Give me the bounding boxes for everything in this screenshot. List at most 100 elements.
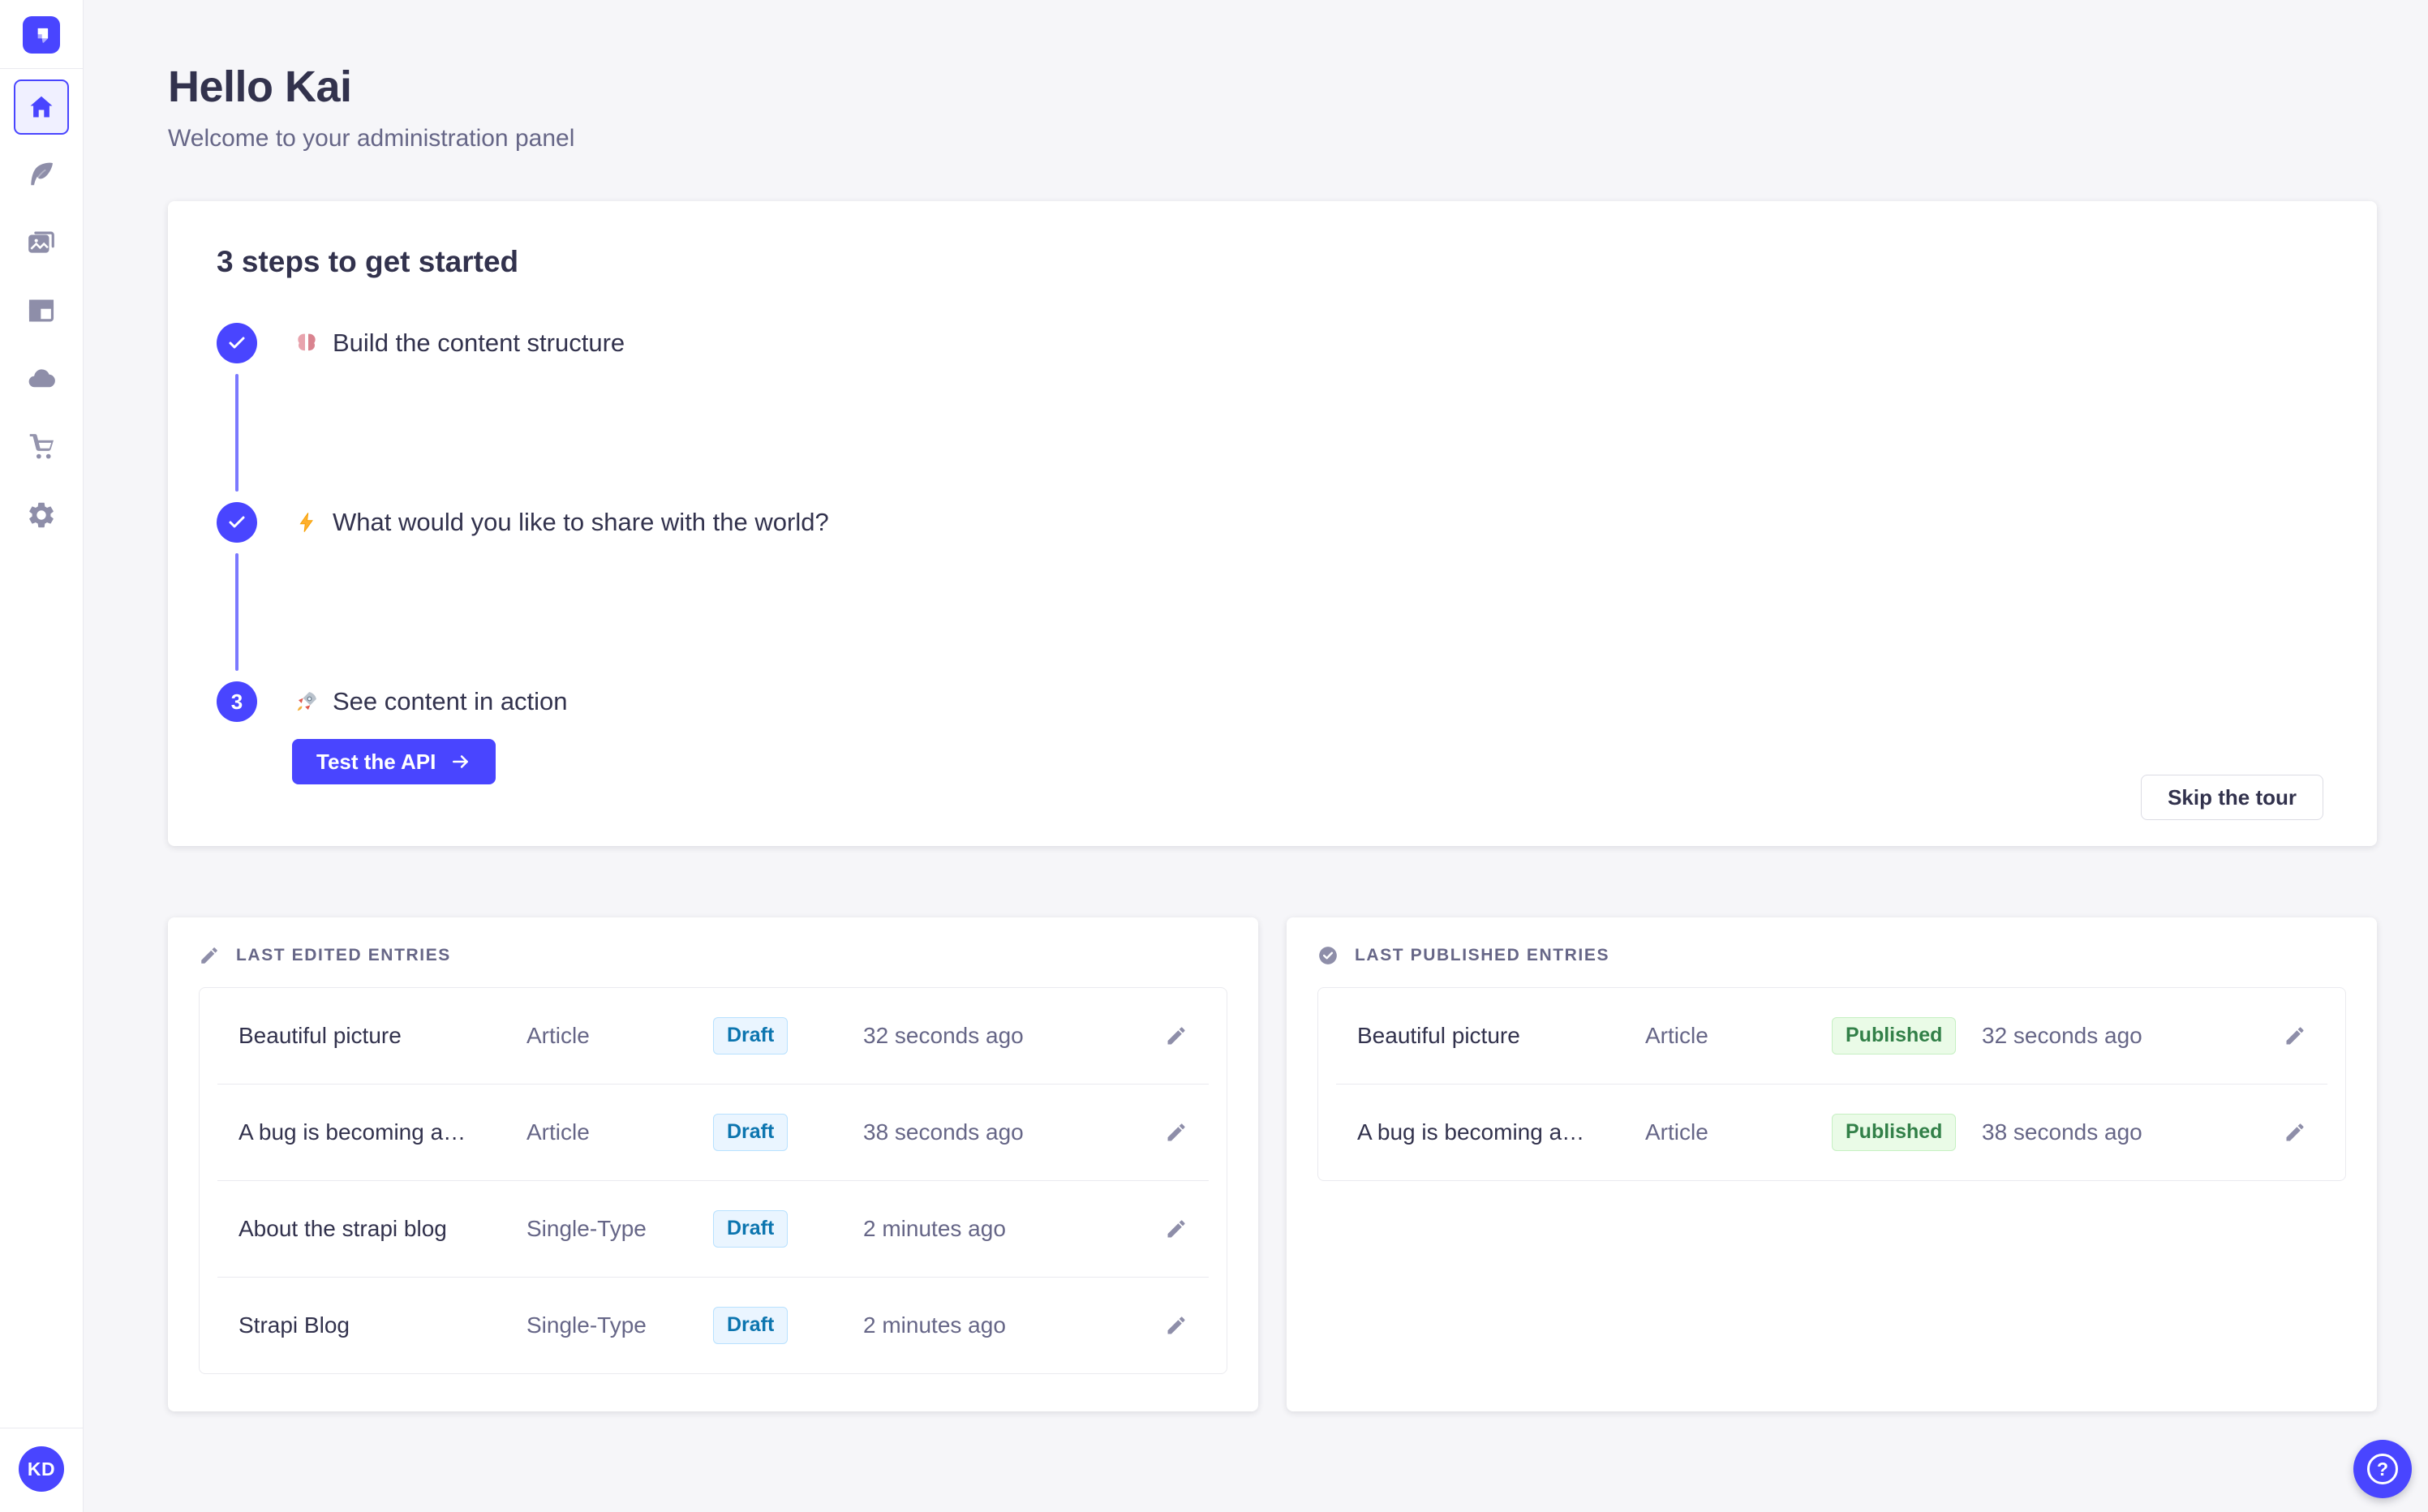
sidebar-item-marketplace[interactable] <box>24 430 58 464</box>
edit-entry-button[interactable] <box>1155 1024 1188 1047</box>
step-connector <box>235 374 239 492</box>
check-circle-icon <box>1317 945 1339 966</box>
help-button[interactable]: ? <box>2353 1440 2412 1498</box>
entry-title: About the strapi blog <box>239 1216 447 1241</box>
step-3-number-circle: 3 <box>217 681 257 722</box>
step-3-number: 3 <box>230 689 243 714</box>
entry-type: Article <box>526 1023 590 1048</box>
cloud-icon <box>26 363 57 394</box>
user-initials: KD <box>27 1458 56 1480</box>
strapi-logo[interactable] <box>23 16 60 54</box>
onboarding-step-2: What would you like to share with the wo… <box>217 502 2328 681</box>
step-2-label: What would you like to share with the wo… <box>333 508 829 536</box>
help-glyph: ? <box>2376 1458 2389 1480</box>
table-row[interactable]: A bug is becoming a… Article Draft 38 se… <box>200 1085 1227 1180</box>
table-row[interactable]: Strapi Blog Single-Type Draft 2 minutes … <box>200 1278 1227 1373</box>
table-row[interactable]: Beautiful picture Article Published 32 s… <box>1318 988 2345 1084</box>
status-badge: Draft <box>713 1307 789 1344</box>
step-1-content: Build the content structure <box>292 323 625 359</box>
status-badge: Published <box>1832 1114 1957 1151</box>
sidebar-item-cloud[interactable] <box>24 362 58 396</box>
entry-type: Single-Type <box>526 1312 647 1338</box>
table-row[interactable]: About the strapi blog Single-Type Draft … <box>200 1181 1227 1277</box>
pencil-icon <box>199 945 220 966</box>
entry-time: 32 seconds ago <box>863 1023 1024 1048</box>
table-row[interactable]: A bug is becoming a… Article Published 3… <box>1318 1085 2345 1180</box>
last-published-card: LAST PUBLISHED ENTRIES Beautiful picture… <box>1287 917 2377 1411</box>
sidebar-item-content-manager[interactable] <box>24 157 58 191</box>
pencil-icon <box>1165 1314 1188 1337</box>
page-subtitle: Welcome to your administration panel <box>168 125 575 152</box>
test-api-button[interactable]: Test the API <box>292 739 496 784</box>
skip-tour-button[interactable]: Skip the tour <box>2141 775 2323 820</box>
settings-gear-icon <box>26 500 57 530</box>
last-edited-label: LAST EDITED ENTRIES <box>236 946 451 964</box>
sidebar-item-media-library[interactable] <box>24 226 58 260</box>
rocket-emoji-icon <box>292 687 321 716</box>
entry-type: Article <box>1645 1023 1708 1048</box>
onboarding-step-3: 3 See content in action Test the API <box>217 681 2328 784</box>
entry-time: 38 seconds ago <box>1982 1119 2142 1145</box>
edit-entry-button[interactable] <box>1155 1218 1188 1240</box>
last-published-header: LAST PUBLISHED ENTRIES <box>1317 945 2346 966</box>
pencil-icon <box>1165 1121 1188 1144</box>
edit-entry-button[interactable] <box>1155 1121 1188 1144</box>
last-edited-header: LAST EDITED ENTRIES <box>199 945 1227 966</box>
status-badge: Published <box>1832 1017 1957 1055</box>
check-icon <box>227 513 247 532</box>
entry-time: 32 seconds ago <box>1982 1023 2142 1048</box>
step-1-rail <box>217 323 257 502</box>
entry-type: Single-Type <box>526 1216 647 1241</box>
lightning-emoji-icon <box>292 508 321 537</box>
entry-type: Article <box>1645 1119 1708 1145</box>
step-1-label: Build the content structure <box>333 329 625 357</box>
sidebar: KD <box>0 0 84 1512</box>
entry-status: Published <box>1832 1017 1982 1055</box>
sidebar-nav <box>0 69 83 566</box>
media-library-icon <box>26 227 57 258</box>
step-1-done-circle <box>217 323 257 363</box>
last-published-table: Beautiful picture Article Published 32 s… <box>1317 987 2346 1181</box>
sidebar-item-home[interactable] <box>14 79 69 135</box>
edit-entry-button[interactable] <box>2274 1121 2306 1144</box>
pencil-icon <box>1165 1218 1188 1240</box>
onboarding-step-1: Build the content structure <box>217 323 2328 502</box>
entry-title: A bug is becoming a… <box>239 1119 466 1145</box>
pencil-icon <box>1165 1024 1188 1047</box>
status-badge: Draft <box>713 1114 789 1151</box>
entries-cards-row: LAST EDITED ENTRIES Beautiful picture Ar… <box>168 917 2377 1444</box>
brain-emoji-icon <box>292 329 321 358</box>
step-2-content: What would you like to share with the wo… <box>292 502 829 539</box>
last-edited-table: Beautiful picture Article Draft 32 secon… <box>199 987 1227 1374</box>
onboarding-title: 3 steps to get started <box>217 245 519 278</box>
step-3-rail: 3 <box>217 681 257 722</box>
status-badge: Draft <box>713 1210 789 1248</box>
entry-title: A bug is becoming a… <box>1357 1119 1585 1145</box>
entry-time: 38 seconds ago <box>863 1119 1024 1145</box>
content-type-builder-icon <box>26 295 57 326</box>
step-connector <box>235 553 239 671</box>
edit-entry-button[interactable] <box>1155 1314 1188 1337</box>
entry-status: Draft <box>713 1114 863 1151</box>
strapi-logo-icon <box>29 23 54 47</box>
edit-entry-button[interactable] <box>2274 1024 2306 1047</box>
pencil-icon <box>2284 1024 2306 1047</box>
page-title: Hello Kai <box>168 62 352 111</box>
check-icon <box>227 333 247 353</box>
pencil-icon <box>2284 1121 2306 1144</box>
entry-status: Published <box>1832 1114 1982 1151</box>
step-3-content: See content in action Test the API <box>292 681 568 784</box>
onboarding-card: 3 steps to get started Build the content… <box>168 201 2377 846</box>
main-content: Hello Kai Welcome to your administration… <box>84 0 2428 1444</box>
entry-title: Beautiful picture <box>239 1023 402 1048</box>
sidebar-item-content-type-builder[interactable] <box>24 294 58 328</box>
table-row[interactable]: Beautiful picture Article Draft 32 secon… <box>200 988 1227 1084</box>
entry-time: 2 minutes ago <box>863 1312 1006 1338</box>
status-badge: Draft <box>713 1017 789 1055</box>
step-2-done-circle <box>217 502 257 543</box>
content-manager-feather-icon <box>26 159 57 190</box>
user-avatar[interactable]: KD <box>19 1446 64 1492</box>
sidebar-item-settings[interactable] <box>24 498 58 532</box>
step-3-label: See content in action <box>333 687 568 715</box>
marketplace-cart-icon <box>26 432 57 462</box>
